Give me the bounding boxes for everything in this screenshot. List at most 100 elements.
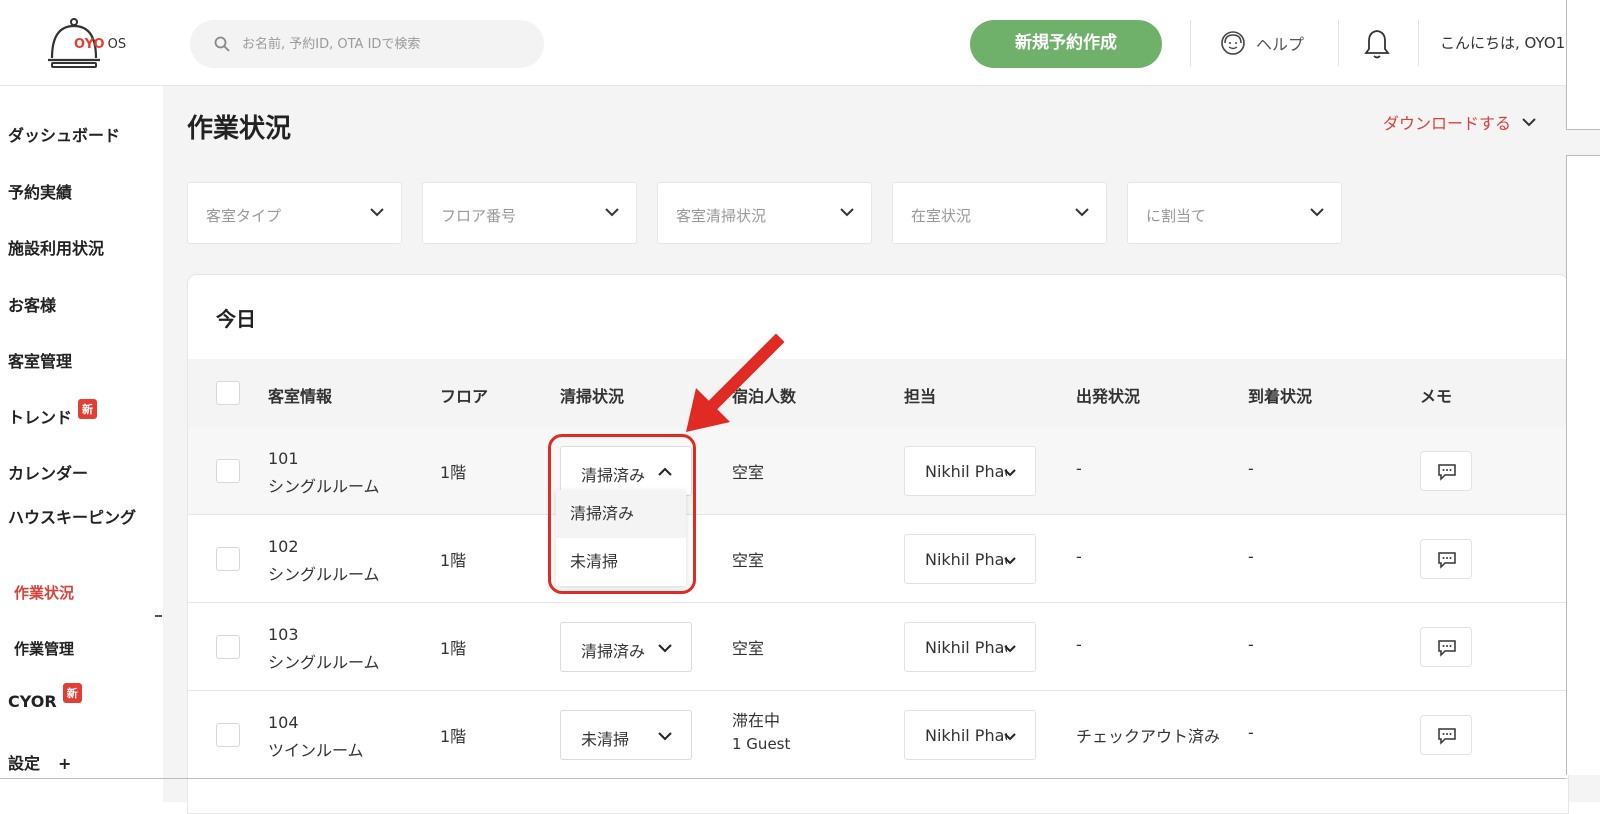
comment-icon	[1438, 728, 1456, 745]
column-header-floor: フロア	[440, 387, 489, 406]
filter-room-type[interactable]: 客室タイプ	[187, 182, 402, 244]
column-header-departure: 出発状況	[1076, 387, 1141, 406]
filter-occupancy-status[interactable]: 在室状況	[892, 182, 1107, 244]
filter-label: 客室清掃状況	[676, 207, 767, 225]
departure-status: チェックアウト済み	[1076, 727, 1221, 746]
chevron-down-icon	[605, 208, 619, 217]
collapse-minus-icon[interactable]	[155, 615, 162, 617]
row-checkbox[interactable]	[216, 635, 240, 659]
floor-value: 1階	[440, 639, 467, 658]
memo-button[interactable]	[1420, 715, 1472, 755]
help-link[interactable]: ヘルプ	[1220, 30, 1304, 56]
select-all-checkbox[interactable]	[216, 381, 240, 405]
table-row: 102 シングルルーム 1階 空室 Nikhil Phadke - -	[188, 515, 1568, 603]
sidebar-item-dashboard[interactable]: ダッシュボード	[8, 122, 120, 146]
new-badge: 新	[78, 399, 98, 419]
filter-cleaning-status[interactable]: 客室清掃状況	[657, 182, 872, 244]
window-edge	[1566, 0, 1600, 130]
sidebar-item-occupancy[interactable]: 施設利用状況	[8, 235, 104, 259]
guest-count-detail: 1 Guest	[732, 735, 791, 753]
table-row: 103 シングルルーム 1階 清掃済み 空室 Nikhil Phadke - -	[188, 603, 1568, 691]
sidebar-item-guests[interactable]: お客様	[8, 292, 56, 316]
sidebar-item-label: カレンダー	[8, 464, 89, 483]
assignee-select[interactable]: Nikhil Phadke	[904, 446, 1036, 496]
assignee-value: Nikhil Phadke	[925, 726, 1007, 745]
sidebar-item-housekeeping[interactable]: ハウスキーピング	[8, 506, 138, 530]
memo-button[interactable]	[1420, 451, 1472, 491]
header-divider	[1190, 20, 1191, 66]
floor-value: 1階	[440, 727, 467, 746]
header-divider	[1418, 20, 1419, 66]
chevron-down-icon	[1004, 469, 1016, 477]
cleaning-status-value: 未清掃	[581, 730, 630, 749]
table-row: 101 シングルルーム 1階 清掃済み 空室 Nikhil Phadke - -	[188, 427, 1568, 515]
sidebar-item-booking-results[interactable]: 予約実績	[8, 179, 72, 203]
sidebar-item-settings[interactable]: 設定 +	[8, 750, 71, 774]
guest-count: 空室	[732, 551, 765, 570]
search-icon	[214, 36, 230, 52]
download-button[interactable]: ダウンロードする	[1383, 110, 1537, 134]
room-type: シングルルーム	[268, 565, 380, 584]
sidebar-item-label: 予約実績	[8, 183, 73, 202]
assignee-select[interactable]: Nikhil Phadke	[904, 622, 1036, 672]
new-badge: 新	[62, 683, 82, 703]
sidebar-item-label: トレンド	[8, 408, 73, 427]
notification-bell-icon[interactable]	[1364, 28, 1390, 60]
help-label: ヘルプ	[1256, 35, 1305, 54]
filter-assigned-to[interactable]: に割当て	[1127, 182, 1342, 244]
arrival-status: -	[1248, 459, 1254, 478]
row-checkbox[interactable]	[216, 459, 240, 483]
new-booking-button[interactable]: 新規予約作成	[970, 20, 1162, 68]
annotation-arrow-icon	[686, 333, 785, 432]
assignee-select[interactable]: Nikhil Phadke	[904, 710, 1036, 760]
sidebar-item-work-management[interactable]: 作業管理	[14, 638, 74, 659]
sidebar-item-room-management[interactable]: 客室管理	[8, 348, 72, 372]
logo-text: OYO OS	[74, 37, 126, 52]
sidebar-item-trends[interactable]: トレンド新	[8, 399, 98, 429]
window-bottom-edge	[0, 778, 1566, 779]
memo-button[interactable]	[1420, 627, 1472, 667]
filter-label: フロア番号	[441, 207, 517, 225]
sidebar-item-label: CYOR	[8, 692, 57, 711]
sidebar-item-label: 客室管理	[8, 352, 73, 371]
arrival-status: -	[1248, 723, 1254, 742]
search-bar[interactable]	[190, 20, 544, 68]
memo-button[interactable]	[1420, 539, 1472, 579]
sidebar: ダッシュボード 予約実績 施設利用状況 お客様 客室管理 トレンド新 カレンダー…	[0, 86, 163, 802]
assignee-select[interactable]: Nikhil Phadke	[904, 534, 1036, 584]
sidebar-item-cyor[interactable]: CYOR 新	[8, 683, 82, 713]
search-input[interactable]	[242, 32, 522, 56]
filter-bar: 客室タイプ フロア番号 客室清掃状況 在室状況 に割当て	[187, 182, 1342, 244]
filter-label: 在室状況	[911, 207, 972, 225]
today-card: 今日 客室情報 フロア 清掃状況 宿泊人数 担当 出発状況 到着状況 メモ 10…	[187, 274, 1569, 814]
assignee-value: Nikhil Phadke	[925, 550, 1007, 569]
comment-icon	[1438, 552, 1456, 569]
cleaning-status-select[interactable]: 未清掃	[560, 710, 692, 760]
download-label: ダウンロードする	[1383, 114, 1512, 133]
chevron-down-icon	[1522, 118, 1536, 127]
room-type: ツインルーム	[268, 741, 364, 760]
chevron-down-icon	[840, 208, 854, 217]
chevron-down-icon	[1075, 208, 1089, 217]
row-checkbox[interactable]	[216, 723, 240, 747]
filter-label: 客室タイプ	[206, 207, 282, 225]
filter-floor-number[interactable]: フロア番号	[422, 182, 637, 244]
room-type: シングルルーム	[268, 653, 380, 672]
oyo-logo[interactable]: OYO OS	[46, 18, 138, 70]
cleaning-status-select[interactable]: 清掃済み	[560, 622, 692, 672]
sidebar-item-label: ダッシュボード	[8, 126, 121, 145]
cleaning-status-value: 清掃済み	[581, 642, 646, 661]
sidebar-item-work-status[interactable]: 作業状況	[14, 582, 74, 603]
logo-suffix: OS	[107, 37, 127, 52]
departure-status: -	[1076, 635, 1082, 654]
chevron-down-icon	[1004, 557, 1016, 565]
sidebar-item-label: お客様	[8, 296, 57, 315]
room-number: 104	[268, 713, 299, 732]
row-checkbox[interactable]	[216, 547, 240, 571]
room-number: 103	[268, 625, 299, 644]
chevron-down-icon	[658, 732, 672, 741]
support-agent-icon	[1221, 31, 1245, 55]
table-header: 客室情報 フロア 清掃状況 宿泊人数 担当 出発状況 到着状況 メモ	[188, 359, 1568, 427]
chevron-down-icon	[1004, 645, 1016, 653]
sidebar-item-calendar[interactable]: カレンダー	[8, 460, 88, 484]
